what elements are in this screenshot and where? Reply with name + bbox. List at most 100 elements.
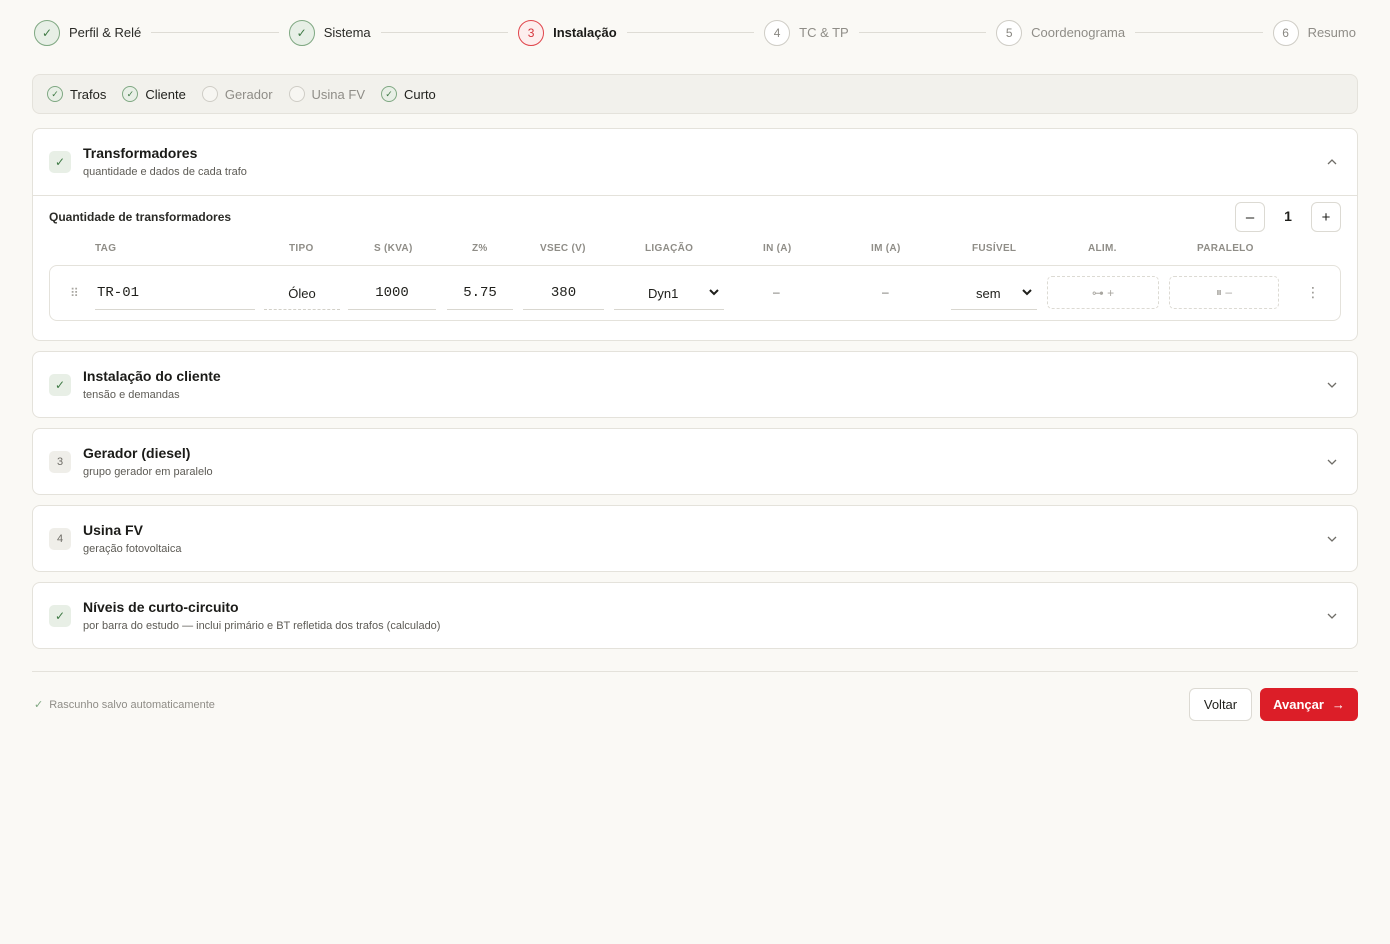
in-value: – xyxy=(773,285,780,299)
step-label: Perfil & Relé xyxy=(69,25,142,40)
column-header-tipo: TIPO xyxy=(289,243,314,254)
section-title: Usina FV xyxy=(83,522,143,538)
fusivel-value: sem xyxy=(976,285,1001,301)
chevron-down-icon xyxy=(1021,286,1033,301)
step-label: TC & TP xyxy=(799,25,849,40)
decrement-button[interactable]: – xyxy=(1235,202,1265,232)
tipo-field[interactable]: Óleo xyxy=(264,277,340,310)
s-kva-input[interactable]: 1000 xyxy=(348,277,436,310)
column-header-vsec: VSEC (V) xyxy=(540,243,586,254)
check-icon: ✓ xyxy=(381,86,397,102)
check-icon: ✓ xyxy=(49,605,71,627)
column-header-tag: TAG xyxy=(95,243,117,254)
subtab-curto[interactable]: ✓ Curto xyxy=(381,86,436,102)
check-icon: ✓ xyxy=(122,86,139,102)
step-connector xyxy=(151,32,279,33)
add-alimentador-button[interactable]: ⊶ + xyxy=(1047,276,1159,309)
step-number: 4 xyxy=(764,19,791,46)
z-percent-input[interactable]: 5.75 xyxy=(447,277,513,310)
column-header-z: Z% xyxy=(472,243,488,254)
section-curto-circuito: ✓ Níveis de curto-circuito por barra do … xyxy=(32,582,1358,649)
column-header-alim: ALIM. xyxy=(1088,243,1117,254)
subtab-label: Trafos xyxy=(70,86,107,102)
chevron-up-icon[interactable] xyxy=(1325,155,1339,169)
section-header[interactable]: ✓ Instalação do cliente tensão e demanda… xyxy=(33,352,1357,418)
im-value: – xyxy=(882,285,889,299)
column-header-ligacao: LIGAÇÃO xyxy=(645,243,694,254)
step-coordenograma[interactable]: 5 Coordenograma xyxy=(996,19,1126,46)
step-label: Instalação xyxy=(553,25,617,40)
quantity-label: Quantidade de transformadores xyxy=(49,210,232,224)
fusivel-select[interactable]: sem xyxy=(951,277,1037,310)
step-label: Resumo xyxy=(1307,25,1356,40)
section-header[interactable]: ✓ Níveis de curto-circuito por barra do … xyxy=(33,583,1357,649)
increment-button[interactable]: + xyxy=(1311,202,1341,232)
step-number: 6 xyxy=(1272,19,1299,46)
subtab-label: Cliente xyxy=(145,86,186,102)
section-body: Quantidade de transformadores – 1 + TAG … xyxy=(33,195,1357,341)
next-button[interactable]: Avançar → xyxy=(1260,688,1358,721)
step-instalacao[interactable]: 3 Instalação xyxy=(518,19,617,46)
section-number: 4 xyxy=(49,528,71,550)
section-title: Instalação do cliente xyxy=(83,368,221,384)
check-icon: ✓ xyxy=(49,374,71,396)
quantity-value: 1 xyxy=(1284,208,1292,224)
section-subtitle: tensão e demandas xyxy=(83,389,180,401)
column-header-im: IM (A) xyxy=(871,243,901,254)
next-label: Avançar xyxy=(1273,697,1324,712)
step-perfil-rele[interactable]: ✓ Perfil & Relé xyxy=(34,19,142,46)
section-gerador: 3 Gerador (diesel) grupo gerador em para… xyxy=(32,428,1358,495)
step-tc-tp[interactable]: 4 TC & TP xyxy=(764,19,849,46)
subtab-gerador[interactable]: Gerador xyxy=(201,86,273,102)
add-paralelo-button[interactable]: ⏸ – xyxy=(1169,276,1279,309)
step-connector xyxy=(626,32,755,33)
step-connector xyxy=(380,32,509,33)
step-number: 5 xyxy=(996,19,1023,46)
chevron-down-icon[interactable] xyxy=(1325,609,1339,623)
empty-circle-icon xyxy=(288,86,305,102)
section-header[interactable]: 3 Gerador (diesel) grupo gerador em para… xyxy=(33,429,1357,495)
section-number: 3 xyxy=(49,451,71,473)
step-connector xyxy=(858,32,987,33)
chevron-down-icon[interactable] xyxy=(1325,455,1339,469)
section-subtitle: grupo gerador em paralelo xyxy=(83,466,213,478)
more-options-icon[interactable]: ⋮ xyxy=(1306,284,1320,301)
section-header[interactable]: 4 Usina FV geração fotovoltaica xyxy=(33,506,1357,572)
check-icon: ✓ xyxy=(288,19,315,46)
subtab-usina-fv[interactable]: Usina FV xyxy=(288,86,365,102)
step-label: Coordenograma xyxy=(1031,25,1126,40)
autosave-status: ✓ Rascunho salvo automaticamente xyxy=(34,698,215,712)
back-button[interactable]: Voltar xyxy=(1189,688,1252,721)
autosave-text: Rascunho salvo automaticamente xyxy=(49,698,215,711)
section-title: Gerador (diesel) xyxy=(83,445,191,461)
section-usina-fv: 4 Usina FV geração fotovoltaica xyxy=(32,505,1358,572)
chevron-down-icon[interactable] xyxy=(1325,532,1339,546)
column-header-s-kva: S (KVA) xyxy=(374,243,413,254)
column-header-in: IN (A) xyxy=(763,243,792,254)
tag-input[interactable]: TR-01 xyxy=(95,277,255,310)
subtab-cliente[interactable]: ✓ Cliente xyxy=(122,86,186,102)
check-icon: ✓ xyxy=(34,19,60,46)
column-header-fusivel: FUSÍVEL xyxy=(972,243,1017,254)
step-number: 3 xyxy=(518,19,545,46)
ligacao-value: Dyn1 xyxy=(648,285,679,301)
ligacao-select[interactable]: Dyn1 xyxy=(614,277,724,310)
subtab-trafos[interactable]: ✓ Trafos xyxy=(47,86,106,102)
vsec-input[interactable]: 380 xyxy=(523,277,604,310)
step-resumo[interactable]: 6 Resumo xyxy=(1272,19,1356,46)
drag-handle-icon[interactable]: ⠿ xyxy=(70,286,79,300)
subtab-label: Curto xyxy=(404,86,436,102)
step-sistema[interactable]: ✓ Sistema xyxy=(288,19,371,46)
check-icon: ✓ xyxy=(47,86,63,102)
section-subtitle: geração fotovoltaica xyxy=(83,543,182,555)
section-header[interactable]: ✓ Transformadores quantidade e dados de … xyxy=(33,129,1357,195)
chevron-down-icon[interactable] xyxy=(1325,378,1339,392)
column-header-paralelo: PARALELO xyxy=(1197,243,1254,254)
arrow-right-icon: → xyxy=(1331,697,1345,712)
section-subtitle: por barra do estudo — inclui primário e … xyxy=(83,620,441,632)
section-instalacao-cliente: ✓ Instalação do cliente tensão e demanda… xyxy=(32,351,1358,418)
subtab-label: Usina FV xyxy=(311,86,365,102)
wizard-stepper: ✓ Perfil & Relé ✓ Sistema 3 Instalação 4… xyxy=(34,19,1356,46)
section-title: Níveis de curto-circuito xyxy=(83,599,239,615)
footer-divider xyxy=(32,671,1358,672)
